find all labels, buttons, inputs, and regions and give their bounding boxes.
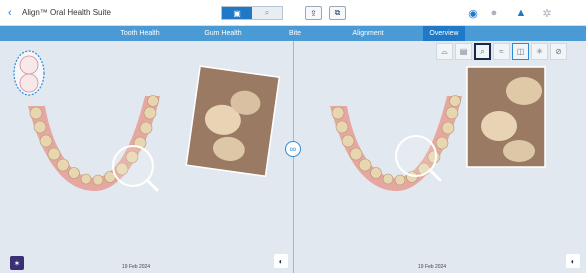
ai-assist-icon[interactable]: ✶ bbox=[10, 256, 24, 270]
scan-date-left: 19 Feb 2024 bbox=[122, 264, 151, 270]
left-scan-pane[interactable]: ✶ ◐ 19 Feb 2024 bbox=[0, 41, 293, 273]
camera-icon[interactable]: ◉ bbox=[465, 5, 481, 21]
tab-overview[interactable]: Overview bbox=[423, 26, 465, 41]
sparkle-icon[interactable]: ✳ bbox=[531, 43, 548, 60]
bite-icon[interactable]: ≈ bbox=[493, 43, 510, 60]
app-title: Align™ Oral Health Suite bbox=[22, 8, 111, 17]
search-icon[interactable]: ⌕ bbox=[252, 7, 282, 19]
right-arch-scan bbox=[330, 66, 546, 191]
photo-icon[interactable]: ▤ bbox=[455, 43, 472, 60]
right-scan-pane[interactable]: ◐ 19 Feb 2024 bbox=[294, 41, 586, 273]
export-icon[interactable]: ⇪ bbox=[305, 6, 322, 20]
graduation-cap-icon[interactable]: ▲ bbox=[513, 5, 529, 21]
tab-bite[interactable]: Bite bbox=[270, 26, 320, 41]
tab-gum-health[interactable]: Gum Health bbox=[186, 26, 260, 41]
camera-slash-icon[interactable]: ⊘ bbox=[550, 43, 567, 60]
left-arch-scan bbox=[13, 50, 281, 192]
split-view-icon[interactable]: ◫ bbox=[512, 43, 529, 60]
overview-toolbar: ⌓ ▤ ⌕ ≈ ◫ ✳ ⊘ bbox=[436, 43, 567, 63]
sync-link-icon[interactable]: ∞ bbox=[285, 141, 301, 157]
screenshot-icon[interactable]: ⧉ bbox=[329, 6, 346, 20]
top-bar: ‹ Align™ Oral Health Suite ▣ ⌕ ⇪ ⧉ ◉ ● ▲… bbox=[0, 0, 586, 26]
magnifier-icon[interactable]: ⌕ bbox=[474, 43, 491, 60]
contrast-icon[interactable]: ◐ bbox=[566, 254, 580, 268]
contrast-icon[interactable]: ◐ bbox=[274, 254, 288, 268]
avatar-icon[interactable]: ● bbox=[486, 5, 502, 21]
jaw-view-icon[interactable]: ⌓ bbox=[436, 43, 453, 60]
tab-tooth-health[interactable]: Tooth Health bbox=[100, 26, 180, 41]
flat-view-icon[interactable]: ▣ bbox=[222, 7, 252, 19]
scan-date-right: 19 Feb 2024 bbox=[418, 264, 447, 270]
view-toggle[interactable]: ▣ ⌕ bbox=[221, 6, 283, 20]
gear-icon[interactable]: ✲ bbox=[539, 5, 555, 21]
analysis-tab-bar: Tooth Health Gum Health Bite Alignment O… bbox=[0, 26, 586, 41]
back-chevron-icon[interactable]: ‹ bbox=[8, 6, 12, 20]
tab-alignment[interactable]: Alignment bbox=[328, 26, 408, 41]
